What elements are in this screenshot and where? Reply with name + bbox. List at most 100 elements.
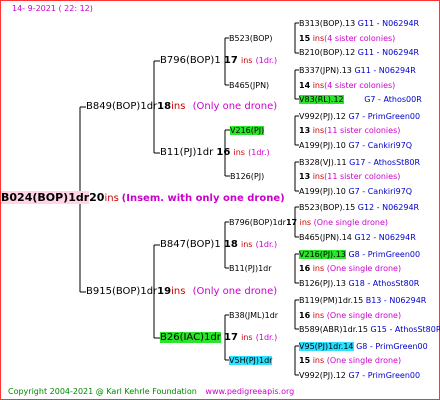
gen3-queen: B126(PJ) — [230, 171, 264, 182]
gen4-sister-colonies: 13 ins(11 sister colonies) — [299, 171, 400, 182]
copyright-text: Copyright 2004-2021 @ Karl Kehrle Founda… — [8, 387, 197, 396]
gen3-queen-name[interactable]: B523(BOP) — [229, 34, 272, 43]
gen4-queen-name[interactable]: B119(PM)1dr.15 — [299, 296, 363, 305]
gen4-entry: B523(BOP).15 G12 - N06294R — [299, 202, 419, 213]
gen2-queen-name[interactable]: B796(BOP)1 — [160, 55, 221, 66]
gen3-queen-name[interactable]: B126(PJ) — [230, 172, 264, 181]
gen3-queen-name[interactable]: V5H(PJ)1dr — [229, 356, 273, 365]
gen4-entry: V95(PJ)1dr.14 G8 - PrimGreen00 — [299, 341, 428, 352]
gen2-queen-name[interactable]: B26(IAC)1dr — [160, 332, 221, 343]
gen4-line-code: B13 - N06294R — [365, 296, 427, 305]
gen3-queen-name[interactable]: B465(JPN) — [229, 81, 269, 90]
gen4-number: 15 — [299, 34, 311, 43]
gen4-queen-name[interactable]: V216(PJ).13 — [299, 250, 346, 259]
gen3-queen-name[interactable]: B11(PJ)1dr — [229, 264, 272, 273]
site-link[interactable]: www.pedigreeapis.org — [205, 387, 294, 396]
gen2-queen-ins: ins — [241, 240, 253, 249]
gen3-queen: B465(JPN) — [229, 80, 269, 91]
gen3-queen-note: (One single drone) — [326, 311, 402, 320]
gen4-entry: B337(JPN).13 G11 - N06294R — [299, 65, 416, 76]
gen3-queen: B38(JML)1dr — [229, 310, 278, 321]
gen2-queen-number: 17 — [223, 55, 238, 66]
gen4-queen-name[interactable]: B523(BOP).15 — [299, 203, 355, 212]
gen3-queen: V216(PJ) — [230, 125, 265, 136]
gen4-number: 13 — [299, 126, 311, 135]
gen1-queen-ins: ins — [171, 286, 186, 297]
gen3-queen-name[interactable]: V216(PJ) — [230, 126, 265, 135]
gen4-entry: B465(JPN).14 G12 - N06294R — [299, 232, 416, 243]
gen1-queen-note: (Only one drone) — [192, 101, 278, 112]
gen4-line-code: G7 - Cankiri97Q — [348, 141, 413, 150]
gen4-line-code: G7 - Athos00R — [364, 95, 422, 104]
gen3-queen-number: 16 — [299, 264, 311, 273]
gen3-queen-note: (One single drone) — [326, 356, 402, 365]
gen4-entry: V992(PJ).12 G7 - PrimGreen00 — [299, 111, 420, 122]
gen4-queen-name[interactable]: B465(JPN).14 — [299, 233, 352, 242]
gen4-note: (4 sister colonies) — [324, 34, 396, 43]
gen4-queen-name[interactable]: B337(JPN).13 — [299, 66, 352, 75]
gen4-line-code: G15 - AthosSt80R — [370, 325, 440, 334]
gen4-ins: ins — [312, 172, 325, 181]
gen2-queen-note: (1dr.) — [248, 148, 270, 157]
gen3-queen-name[interactable]: B38(JML)1dr — [229, 311, 278, 320]
gen4-number: 13 — [299, 172, 311, 181]
gen4-queen-name[interactable]: B313(BOP).13 — [299, 19, 355, 28]
gen3-queen-number: 15 — [299, 356, 311, 365]
gen3-queen-name[interactable]: B796(BOP)1dr — [229, 218, 286, 227]
gen4-queen-name[interactable]: B126(PJ).13 — [299, 279, 346, 288]
gen4-queen-name[interactable]: A199(PJ).10 — [299, 141, 346, 150]
gen2-queen-name[interactable]: B11(PJ)1dr — [160, 147, 213, 158]
gen2-queen-note: (1dr.) — [255, 333, 278, 342]
gen4-ins: ins — [312, 81, 325, 90]
gen1-queen-name[interactable]: B915(BOP)1dr — [86, 286, 157, 297]
gen3-queen: B796(BOP)1dr17 ins (One single drone) — [229, 217, 388, 228]
gen4-entry: B210(BOP).12 G11 - N06294R — [299, 47, 419, 58]
gen4-queen-name[interactable]: A199(PJ).10 — [299, 187, 346, 196]
gen4-entry: B126(PJ).13 G18 - AthosSt80R — [299, 278, 419, 289]
gen4-queen-name[interactable]: B210(BOP).12 — [299, 48, 355, 57]
gen2-queen: B796(BOP)1 17 ins (1dr.) — [160, 55, 277, 66]
root-queen-note: (Insem. with only one drone) — [121, 193, 285, 204]
gen2-queen-number: 18 — [223, 239, 238, 250]
gen2-queen: B11(PJ)1dr 16 ins (1dr.) — [160, 147, 270, 158]
gen3-queen-ins: ins — [312, 264, 325, 273]
gen3-queen-details: 15 ins (One single drone) — [299, 355, 401, 366]
gen4-queen-name[interactable]: B328(VJ).11 — [299, 158, 347, 167]
gen4-line-code: G11 - N06294R — [354, 66, 416, 75]
gen4-entry: A199(PJ).10 G7 - Cankiri97Q — [299, 186, 412, 197]
gen4-queen-name[interactable]: V83(RL).12 — [299, 95, 344, 104]
gen4-entry: V992(PJ).12 G7 - PrimGreen00 — [299, 370, 420, 381]
gen4-line-code: G11 - N06294R — [357, 19, 420, 28]
root-queen-ins: ins — [104, 193, 119, 204]
gen4-line-code: G8 - PrimGreen00 — [356, 342, 428, 351]
gen4-number: 14 — [299, 81, 311, 90]
gen1-queen-number: 19 — [157, 286, 172, 297]
gen4-line-code: G7 - PrimGreen00 — [348, 112, 421, 121]
gen4-entry: B328(VJ).11 G17 - AthosSt80R — [299, 157, 420, 168]
gen1-queen-name[interactable]: B849(BOP)1dr — [86, 101, 157, 112]
footer: Copyright 2004-2021 @ Karl Kehrle Founda… — [8, 386, 294, 397]
root-queen-number: 20 — [89, 191, 105, 204]
root-queen-name[interactable]: B024(BOP)1dr — [1, 191, 90, 204]
gen4-queen-name[interactable]: V992(PJ).12 — [299, 371, 346, 380]
gen2-queen-ins: ins — [233, 148, 245, 157]
root-queen: B024(BOP)1dr20ins (Insem. with only one … — [1, 191, 285, 205]
gen4-queen-name[interactable]: B589(ABR)1dr.15 — [299, 325, 368, 334]
gen3-queen-details: 16 ins (One single drone) — [299, 263, 401, 274]
gen2-queen-name[interactable]: B847(BOP)1 — [160, 239, 221, 250]
gen4-line-code: G18 - AthosSt80R — [348, 279, 420, 288]
gen4-entry: B119(PM)1dr.15 B13 - N06294R — [299, 295, 426, 306]
gen4-queen-name[interactable]: V95(PJ)1dr.14 — [299, 342, 354, 351]
gen3-queen-ins: ins — [312, 311, 325, 320]
gen2-queen-ins: ins — [241, 333, 253, 342]
gen4-line-code: G17 - AthosSt80R — [349, 158, 421, 167]
gen3-queen: B11(PJ)1dr — [229, 263, 272, 274]
gen3-queen: B523(BOP) — [229, 33, 272, 44]
gen3-queen-note: (One single drone) — [313, 218, 389, 227]
gen4-entry: B313(BOP).13 G11 - N06294R — [299, 18, 419, 29]
gen4-queen-name[interactable]: V992(PJ).12 — [299, 112, 346, 121]
gen4-ins: ins — [312, 126, 325, 135]
gen2-queen-note: (1dr.) — [255, 56, 278, 65]
gen4-entry: V83(RL).12 G7 - Athos00R — [299, 94, 422, 105]
gen2-queen-number: 16 — [216, 147, 231, 158]
